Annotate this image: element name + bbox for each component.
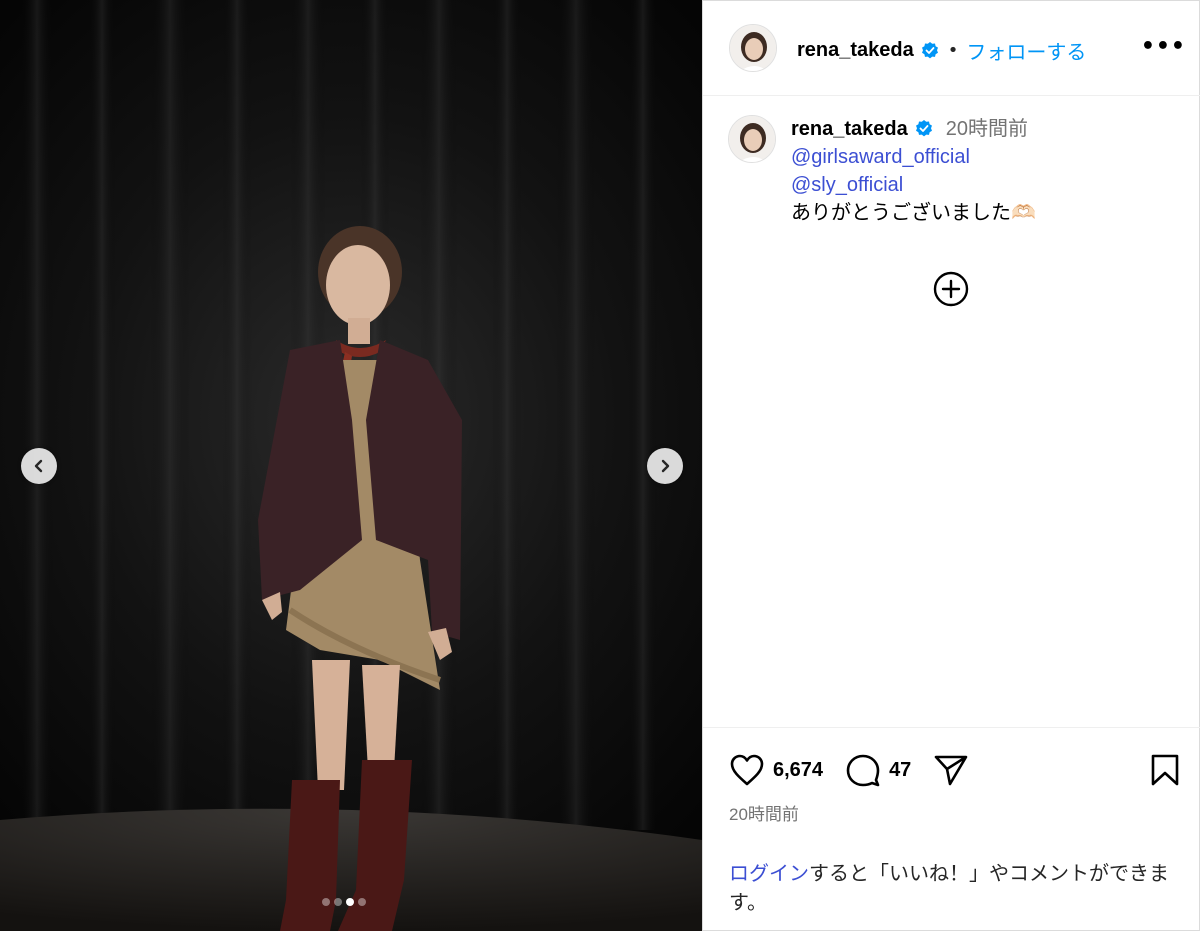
share-button[interactable]: [933, 753, 969, 787]
carousel-dot: [334, 898, 342, 906]
post-actions-section: 6,674 47 20時間前 ログインすると「いいね！」やコメントができます。: [703, 727, 1200, 931]
caption-text-block: rena_takeda 20時間前 @girlsaward_official @…: [791, 115, 1191, 227]
carousel-dot: [358, 898, 366, 906]
verified-icon: [921, 41, 938, 58]
chevron-right-icon: [661, 459, 670, 473]
carousel-indicator: [322, 898, 366, 906]
comment-count[interactable]: 47: [889, 759, 911, 782]
avatar-image: [730, 25, 776, 71]
header-username[interactable]: rena_takeda: [797, 39, 914, 62]
carousel-next-button[interactable]: [647, 448, 683, 484]
bookmark-icon: [1151, 754, 1179, 786]
save-button[interactable]: [1150, 753, 1180, 791]
comment-button[interactable]: 47: [845, 753, 911, 787]
post-side-panel: rena_takeda • フォローする ••• rena_takeda 20時…: [702, 0, 1200, 931]
caption-body: ありがとうございました🫶🏻: [791, 202, 1036, 224]
carousel-dot: [322, 898, 330, 906]
caption-time[interactable]: 20時間前: [946, 115, 1028, 143]
load-more-comments-button[interactable]: [932, 270, 970, 308]
photo-illustration: [0, 0, 702, 931]
comment-icon: [846, 754, 880, 787]
action-bar: 6,674 47: [729, 753, 969, 787]
like-button[interactable]: 6,674: [729, 753, 823, 787]
post-header: rena_takeda • フォローする •••: [703, 0, 1200, 96]
share-icon: [935, 755, 968, 786]
chevron-left-icon: [34, 459, 43, 473]
avatar-image: [729, 116, 775, 162]
carousel-prev-button[interactable]: [21, 448, 57, 484]
like-count[interactable]: 6,674: [773, 759, 823, 782]
heart-icon: [730, 754, 764, 786]
more-options-button[interactable]: •••: [1141, 36, 1186, 58]
login-prompt: ログインすると「いいね！」やコメントができます。: [729, 860, 1189, 918]
header-separator: •: [947, 40, 959, 61]
plus-circle-icon: [933, 271, 969, 307]
avatar[interactable]: [729, 24, 777, 72]
caption-username[interactable]: rena_takeda: [791, 115, 908, 143]
login-link[interactable]: ログイン: [729, 863, 809, 885]
mention-link[interactable]: @girlsaward_official: [791, 143, 1191, 171]
more-icon: •••: [1140, 34, 1186, 59]
post-photo[interactable]: [0, 0, 702, 931]
caption-section: rena_takeda 20時間前 @girlsaward_official @…: [703, 97, 1200, 727]
mention-link[interactable]: @sly_official: [791, 171, 1191, 199]
caption-avatar[interactable]: [728, 115, 776, 163]
carousel-dot-active: [346, 898, 354, 906]
post-date[interactable]: 20時間前: [729, 800, 799, 825]
follow-button[interactable]: フォローする: [966, 36, 1086, 65]
verified-icon: [915, 120, 932, 137]
